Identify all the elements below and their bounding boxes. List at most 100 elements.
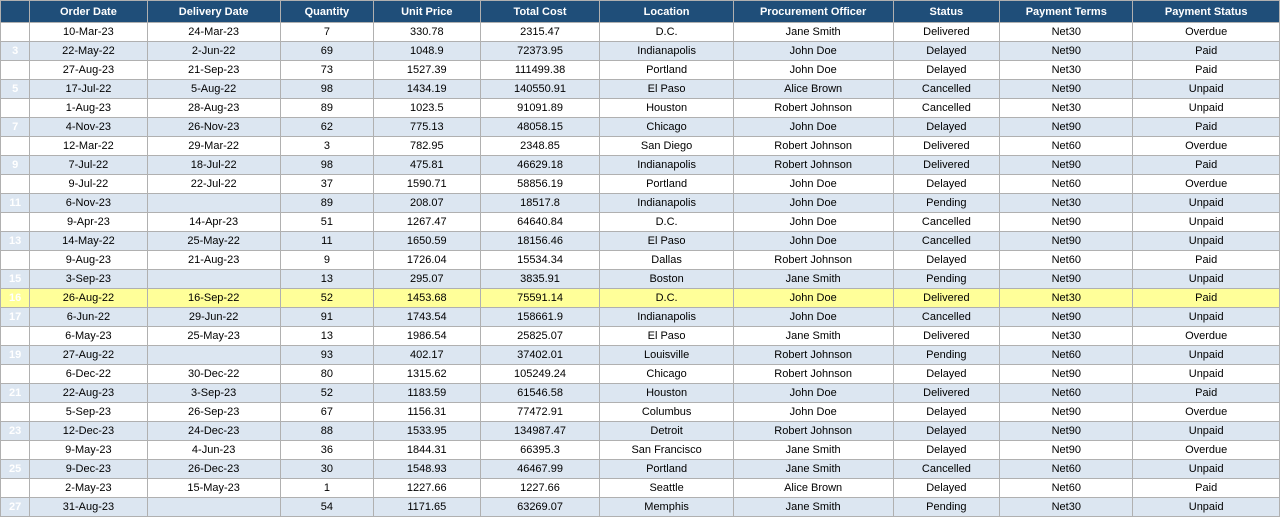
header-order-date: Order Date [30, 1, 147, 23]
table-row: 225-Sep-2326-Sep-23671156.3177472.91Colu… [1, 403, 1280, 422]
delivery-date-cell [147, 270, 280, 289]
unit-price-cell: 1453.68 [374, 289, 481, 308]
order-date-cell: 6-Jun-22 [30, 308, 147, 327]
delivery-date-cell: 24-Dec-23 [147, 422, 280, 441]
quantity-cell: 11 [280, 232, 373, 251]
order-date-cell: 2-May-23 [30, 479, 147, 498]
order-date-cell: 22-Aug-23 [30, 384, 147, 403]
status-cell: Delivered [893, 289, 1000, 308]
order-date-cell: 4-Nov-23 [30, 118, 147, 137]
table-row: 129-Apr-2314-Apr-23511267.4764640.84D.C.… [1, 213, 1280, 232]
location-cell: Indianapolis [600, 194, 733, 213]
delivery-date-cell: 21-Aug-23 [147, 251, 280, 270]
delivery-date-cell: 24-Mar-23 [147, 23, 280, 42]
delivery-date-cell: 14-Apr-23 [147, 213, 280, 232]
payment-status-cell: Overdue [1133, 137, 1280, 156]
row-num-cell: 23 [1, 422, 30, 441]
procurement-officer-cell: John Doe [733, 42, 893, 61]
delivery-date-cell: 26-Dec-23 [147, 460, 280, 479]
unit-price-cell: 1315.62 [374, 365, 481, 384]
status-cell: Pending [893, 270, 1000, 289]
procurement-officer-cell: John Doe [733, 403, 893, 422]
table-row: 186-May-2325-May-23131986.5425825.07El P… [1, 327, 1280, 346]
order-date-cell: 1-Aug-23 [30, 99, 147, 118]
table-row: 259-Dec-2326-Dec-23301548.9346467.99Port… [1, 460, 1280, 479]
table-row: 109-Jul-2222-Jul-22371590.7158856.19Port… [1, 175, 1280, 194]
row-num-cell: 27 [1, 498, 30, 517]
procurement-officer-cell: Robert Johnson [733, 365, 893, 384]
payment-status-cell: Overdue [1133, 175, 1280, 194]
order-date-cell: 9-Aug-23 [30, 251, 147, 270]
row-num-cell: 24 [1, 441, 30, 460]
status-cell: Delayed [893, 118, 1000, 137]
status-cell: Cancelled [893, 99, 1000, 118]
location-cell: D.C. [600, 23, 733, 42]
order-date-cell: 9-Apr-23 [30, 213, 147, 232]
unit-price-cell: 1171.65 [374, 498, 481, 517]
payment-status-cell: Overdue [1133, 441, 1280, 460]
payment-status-cell: Unpaid [1133, 99, 1280, 118]
payment-status-cell: Unpaid [1133, 365, 1280, 384]
location-cell: Portland [600, 61, 733, 80]
unit-price-cell: 1048.9 [374, 42, 481, 61]
quantity-cell: 13 [280, 270, 373, 289]
unit-price-cell: 1023.5 [374, 99, 481, 118]
header-location: Location [600, 1, 733, 23]
payment-terms-cell: Net90 [1000, 213, 1133, 232]
total-cost-cell: 58856.19 [480, 175, 600, 194]
delivery-date-cell: 22-Jul-22 [147, 175, 280, 194]
order-date-cell: 6-Dec-22 [30, 365, 147, 384]
payment-status-cell: Unpaid [1133, 213, 1280, 232]
table-row: 206-Dec-2230-Dec-22801315.62105249.24Chi… [1, 365, 1280, 384]
unit-price-cell: 295.07 [374, 270, 481, 289]
order-date-cell: 9-Dec-23 [30, 460, 147, 479]
payment-terms-cell: Net90 [1000, 118, 1133, 137]
payment-status-cell: Unpaid [1133, 270, 1280, 289]
total-cost-cell: 48058.15 [480, 118, 600, 137]
payment-terms-cell: Net60 [1000, 137, 1133, 156]
quantity-cell: 91 [280, 308, 373, 327]
unit-price-cell: 1590.71 [374, 175, 481, 194]
row-num-cell: 7 [1, 118, 30, 137]
table-row: 1626-Aug-2216-Sep-22521453.6875591.14D.C… [1, 289, 1280, 308]
header-unit-price: Unit Price [374, 1, 481, 23]
delivery-date-cell: 26-Sep-23 [147, 403, 280, 422]
delivery-date-cell: 26-Nov-23 [147, 118, 280, 137]
payment-terms-cell: Net90 [1000, 42, 1133, 61]
total-cost-cell: 2348.85 [480, 137, 600, 156]
quantity-cell: 62 [280, 118, 373, 137]
location-cell: Memphis [600, 498, 733, 517]
table-row: 97-Jul-2218-Jul-2298475.8146629.18Indian… [1, 156, 1280, 175]
header-payment-terms: Payment Terms [1000, 1, 1133, 23]
table-row: 249-May-234-Jun-23361844.3166395.3San Fr… [1, 441, 1280, 460]
row-num-cell: 9 [1, 156, 30, 175]
unit-price-cell: 775.13 [374, 118, 481, 137]
row-num-cell: 22 [1, 403, 30, 422]
location-cell: Indianapolis [600, 308, 733, 327]
payment-status-cell: Paid [1133, 118, 1280, 137]
table-row: 322-May-222-Jun-22691048.972373.95Indian… [1, 42, 1280, 61]
payment-terms-cell: Net90 [1000, 80, 1133, 99]
delivery-date-cell: 15-May-23 [147, 479, 280, 498]
delivery-date-cell: 3-Sep-23 [147, 384, 280, 403]
quantity-cell: 93 [280, 346, 373, 365]
total-cost-cell: 18156.46 [480, 232, 600, 251]
quantity-cell: 30 [280, 460, 373, 479]
location-cell: Portland [600, 460, 733, 479]
header-delivery-date: Delivery Date [147, 1, 280, 23]
header-status: Status [893, 1, 1000, 23]
procurement-officer-cell: John Doe [733, 213, 893, 232]
table-row: 74-Nov-2326-Nov-2362775.1348058.15Chicag… [1, 118, 1280, 137]
order-date-cell: 9-May-23 [30, 441, 147, 460]
total-cost-cell: 91091.89 [480, 99, 600, 118]
unit-price-cell: 330.78 [374, 23, 481, 42]
unit-price-cell: 208.07 [374, 194, 481, 213]
procurement-officer-cell: John Doe [733, 289, 893, 308]
unit-price-cell: 1548.93 [374, 460, 481, 479]
location-cell: Indianapolis [600, 42, 733, 61]
order-date-cell: 10-Mar-23 [30, 23, 147, 42]
table-row: 427-Aug-2321-Sep-23731527.39111499.38Por… [1, 61, 1280, 80]
payment-terms-cell: Net60 [1000, 479, 1133, 498]
payment-status-cell: Paid [1133, 61, 1280, 80]
table-row: 2122-Aug-233-Sep-23521183.5961546.58Hous… [1, 384, 1280, 403]
